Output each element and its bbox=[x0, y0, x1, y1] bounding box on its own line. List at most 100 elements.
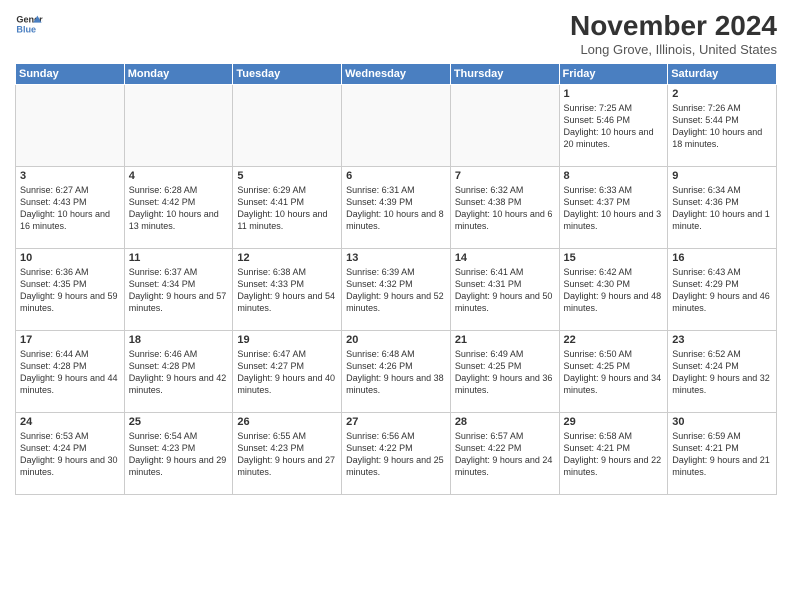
day-number: 29 bbox=[564, 416, 664, 428]
day-info: Sunrise: 6:48 AM Sunset: 4:26 PM Dayligh… bbox=[346, 348, 446, 397]
day-info: Sunrise: 6:46 AM Sunset: 4:28 PM Dayligh… bbox=[129, 348, 229, 397]
day-info: Sunrise: 6:55 AM Sunset: 4:23 PM Dayligh… bbox=[237, 430, 337, 479]
calendar-week-5: 24Sunrise: 6:53 AM Sunset: 4:24 PM Dayli… bbox=[16, 413, 777, 495]
title-block: November 2024 Long Grove, Illinois, Unit… bbox=[570, 10, 777, 57]
calendar-cell: 26Sunrise: 6:55 AM Sunset: 4:23 PM Dayli… bbox=[233, 413, 342, 495]
calendar-cell: 27 Sunrise: 6:56 AM Sunset: 4:22 PM Dayli… bbox=[342, 413, 451, 495]
day-info: Sunrise: 6:49 AM Sunset: 4:25 PM Dayligh… bbox=[455, 348, 555, 397]
col-tuesday: Tuesday bbox=[233, 64, 342, 85]
day-number: 17 bbox=[20, 334, 120, 346]
day-number: 6 bbox=[346, 170, 446, 182]
logo: General Blue bbox=[15, 10, 43, 38]
calendar-cell: 23 Sunrise: 6:52 AM Sunset: 4:24 PM Dayli… bbox=[668, 331, 777, 413]
calendar-cell: 17 Sunrise: 6:44 AM Sunset: 4:28 PM Dayli… bbox=[16, 331, 125, 413]
day-number: 9 bbox=[672, 170, 772, 182]
calendar-week-4: 17 Sunrise: 6:44 AM Sunset: 4:28 PM Dayli… bbox=[16, 331, 777, 413]
calendar-cell: 10 Sunrise: 6:36 AM Sunset: 4:35 PM Dayli… bbox=[16, 249, 125, 331]
day-number: 13 bbox=[346, 252, 446, 264]
day-number: 12 bbox=[237, 252, 337, 264]
day-info: Sunrise: 6:33 AM Sunset: 4:37 PM Dayligh… bbox=[564, 184, 664, 233]
calendar-cell: 5 Sunrise: 6:29 AM Sunset: 4:41 PM Daylig… bbox=[233, 167, 342, 249]
day-number: 22 bbox=[564, 334, 664, 346]
day-number: 8 bbox=[564, 170, 664, 182]
calendar-cell: 16 Sunrise: 6:43 AM Sunset: 4:29 PM Dayli… bbox=[668, 249, 777, 331]
col-saturday: Saturday bbox=[668, 64, 777, 85]
day-info: Sunrise: 6:42 AM Sunset: 4:30 PM Dayligh… bbox=[564, 266, 664, 315]
day-info: Sunrise: 6:29 AM Sunset: 4:41 PM Dayligh… bbox=[237, 184, 337, 233]
calendar-cell bbox=[233, 85, 342, 167]
day-number: 19 bbox=[237, 334, 337, 346]
calendar-cell: 11 Sunrise: 6:37 AM Sunset: 4:34 PM Dayli… bbox=[124, 249, 233, 331]
col-sunday: Sunday bbox=[16, 64, 125, 85]
day-number: 23 bbox=[672, 334, 772, 346]
day-info: Sunrise: 6:41 AM Sunset: 4:31 PM Dayligh… bbox=[455, 266, 555, 315]
day-info: Sunrise: 6:34 AM Sunset: 4:36 PM Dayligh… bbox=[672, 184, 772, 233]
calendar-cell: 24Sunrise: 6:53 AM Sunset: 4:24 PM Dayli… bbox=[16, 413, 125, 495]
calendar-week-2: 3 Sunrise: 6:27 AM Sunset: 4:43 PM Daylig… bbox=[16, 167, 777, 249]
calendar-cell: 4 Sunrise: 6:28 AM Sunset: 4:42 PM Daylig… bbox=[124, 167, 233, 249]
day-info: Sunrise: 6:31 AM Sunset: 4:39 PM Dayligh… bbox=[346, 184, 446, 233]
day-number: 10 bbox=[20, 252, 120, 264]
calendar-cell bbox=[450, 85, 559, 167]
svg-text:Blue: Blue bbox=[16, 24, 36, 34]
day-number: 5 bbox=[237, 170, 337, 182]
col-wednesday: Wednesday bbox=[342, 64, 451, 85]
day-info: Sunrise: 6:47 AM Sunset: 4:27 PM Dayligh… bbox=[237, 348, 337, 397]
month-title: November 2024 bbox=[570, 10, 777, 42]
calendar-cell: 13 Sunrise: 6:39 AM Sunset: 4:32 PM Dayli… bbox=[342, 249, 451, 331]
col-monday: Monday bbox=[124, 64, 233, 85]
day-info: Sunrise: 6:36 AM Sunset: 4:35 PM Dayligh… bbox=[20, 266, 120, 315]
calendar-cell: 22 Sunrise: 6:50 AM Sunset: 4:25 PM Dayli… bbox=[559, 331, 668, 413]
day-number: 14 bbox=[455, 252, 555, 264]
calendar-cell: 1Sunrise: 7:25 AM Sunset: 5:46 PM Daylig… bbox=[559, 85, 668, 167]
day-info: Sunrise: 6:52 AM Sunset: 4:24 PM Dayligh… bbox=[672, 348, 772, 397]
day-number: 16 bbox=[672, 252, 772, 264]
calendar-cell: 6 Sunrise: 6:31 AM Sunset: 4:39 PM Daylig… bbox=[342, 167, 451, 249]
calendar-cell bbox=[16, 85, 125, 167]
day-number: 3 bbox=[20, 170, 120, 182]
day-info: Sunrise: 6:38 AM Sunset: 4:33 PM Dayligh… bbox=[237, 266, 337, 315]
day-info: Sunrise: 6:39 AM Sunset: 4:32 PM Dayligh… bbox=[346, 266, 446, 315]
calendar-cell: 3 Sunrise: 6:27 AM Sunset: 4:43 PM Daylig… bbox=[16, 167, 125, 249]
day-info: Sunrise: 6:58 AM Sunset: 4:21 PM Dayligh… bbox=[564, 430, 664, 479]
day-number: 11 bbox=[129, 252, 229, 264]
calendar-cell bbox=[124, 85, 233, 167]
day-info: Sunrise: 6:27 AM Sunset: 4:43 PM Dayligh… bbox=[20, 184, 120, 233]
location: Long Grove, Illinois, United States bbox=[570, 42, 777, 57]
day-info: Sunrise: 6:56 AM Sunset: 4:22 PM Dayligh… bbox=[346, 430, 446, 479]
day-info: Sunrise: 6:44 AM Sunset: 4:28 PM Dayligh… bbox=[20, 348, 120, 397]
day-number: 2 bbox=[672, 88, 772, 100]
day-number: 21 bbox=[455, 334, 555, 346]
day-info: Sunrise: 6:32 AM Sunset: 4:38 PM Dayligh… bbox=[455, 184, 555, 233]
calendar-cell: 12 Sunrise: 6:38 AM Sunset: 4:33 PM Dayli… bbox=[233, 249, 342, 331]
day-number: 20 bbox=[346, 334, 446, 346]
day-number: 4 bbox=[129, 170, 229, 182]
col-friday: Friday bbox=[559, 64, 668, 85]
col-thursday: Thursday bbox=[450, 64, 559, 85]
header: General Blue November 2024 Long Grove, I… bbox=[15, 10, 777, 57]
calendar-cell: 7 Sunrise: 6:32 AM Sunset: 4:38 PM Daylig… bbox=[450, 167, 559, 249]
calendar-cell: 29 Sunrise: 6:58 AM Sunset: 4:21 PM Dayli… bbox=[559, 413, 668, 495]
day-number: 27 bbox=[346, 416, 446, 428]
day-info: Sunrise: 6:28 AM Sunset: 4:42 PM Dayligh… bbox=[129, 184, 229, 233]
day-number: 28 bbox=[455, 416, 555, 428]
day-number: 7 bbox=[455, 170, 555, 182]
day-number: 1 bbox=[564, 88, 664, 100]
logo-icon: General Blue bbox=[15, 10, 43, 38]
day-info: Sunrise: 6:37 AM Sunset: 4:34 PM Dayligh… bbox=[129, 266, 229, 315]
calendar-header-row: Sunday Monday Tuesday Wednesday Thursday… bbox=[16, 64, 777, 85]
calendar-cell: 28Sunrise: 6:57 AM Sunset: 4:22 PM Dayli… bbox=[450, 413, 559, 495]
calendar-cell: 14 Sunrise: 6:41 AM Sunset: 4:31 PM Dayli… bbox=[450, 249, 559, 331]
day-info: Sunrise: 6:59 AM Sunset: 4:21 PM Dayligh… bbox=[672, 430, 772, 479]
calendar-cell: 9 Sunrise: 6:34 AM Sunset: 4:36 PM Daylig… bbox=[668, 167, 777, 249]
calendar-cell: 15 Sunrise: 6:42 AM Sunset: 4:30 PM Dayli… bbox=[559, 249, 668, 331]
calendar-cell: 2Sunrise: 7:26 AM Sunset: 5:44 PM Daylig… bbox=[668, 85, 777, 167]
day-number: 15 bbox=[564, 252, 664, 264]
calendar-cell: 19 Sunrise: 6:47 AM Sunset: 4:27 PM Dayli… bbox=[233, 331, 342, 413]
day-info: Sunrise: 6:43 AM Sunset: 4:29 PM Dayligh… bbox=[672, 266, 772, 315]
calendar: Sunday Monday Tuesday Wednesday Thursday… bbox=[15, 63, 777, 495]
day-number: 24 bbox=[20, 416, 120, 428]
day-info: Sunrise: 6:50 AM Sunset: 4:25 PM Dayligh… bbox=[564, 348, 664, 397]
day-info: Sunrise: 6:54 AM Sunset: 4:23 PM Dayligh… bbox=[129, 430, 229, 479]
calendar-cell: 8 Sunrise: 6:33 AM Sunset: 4:37 PM Daylig… bbox=[559, 167, 668, 249]
